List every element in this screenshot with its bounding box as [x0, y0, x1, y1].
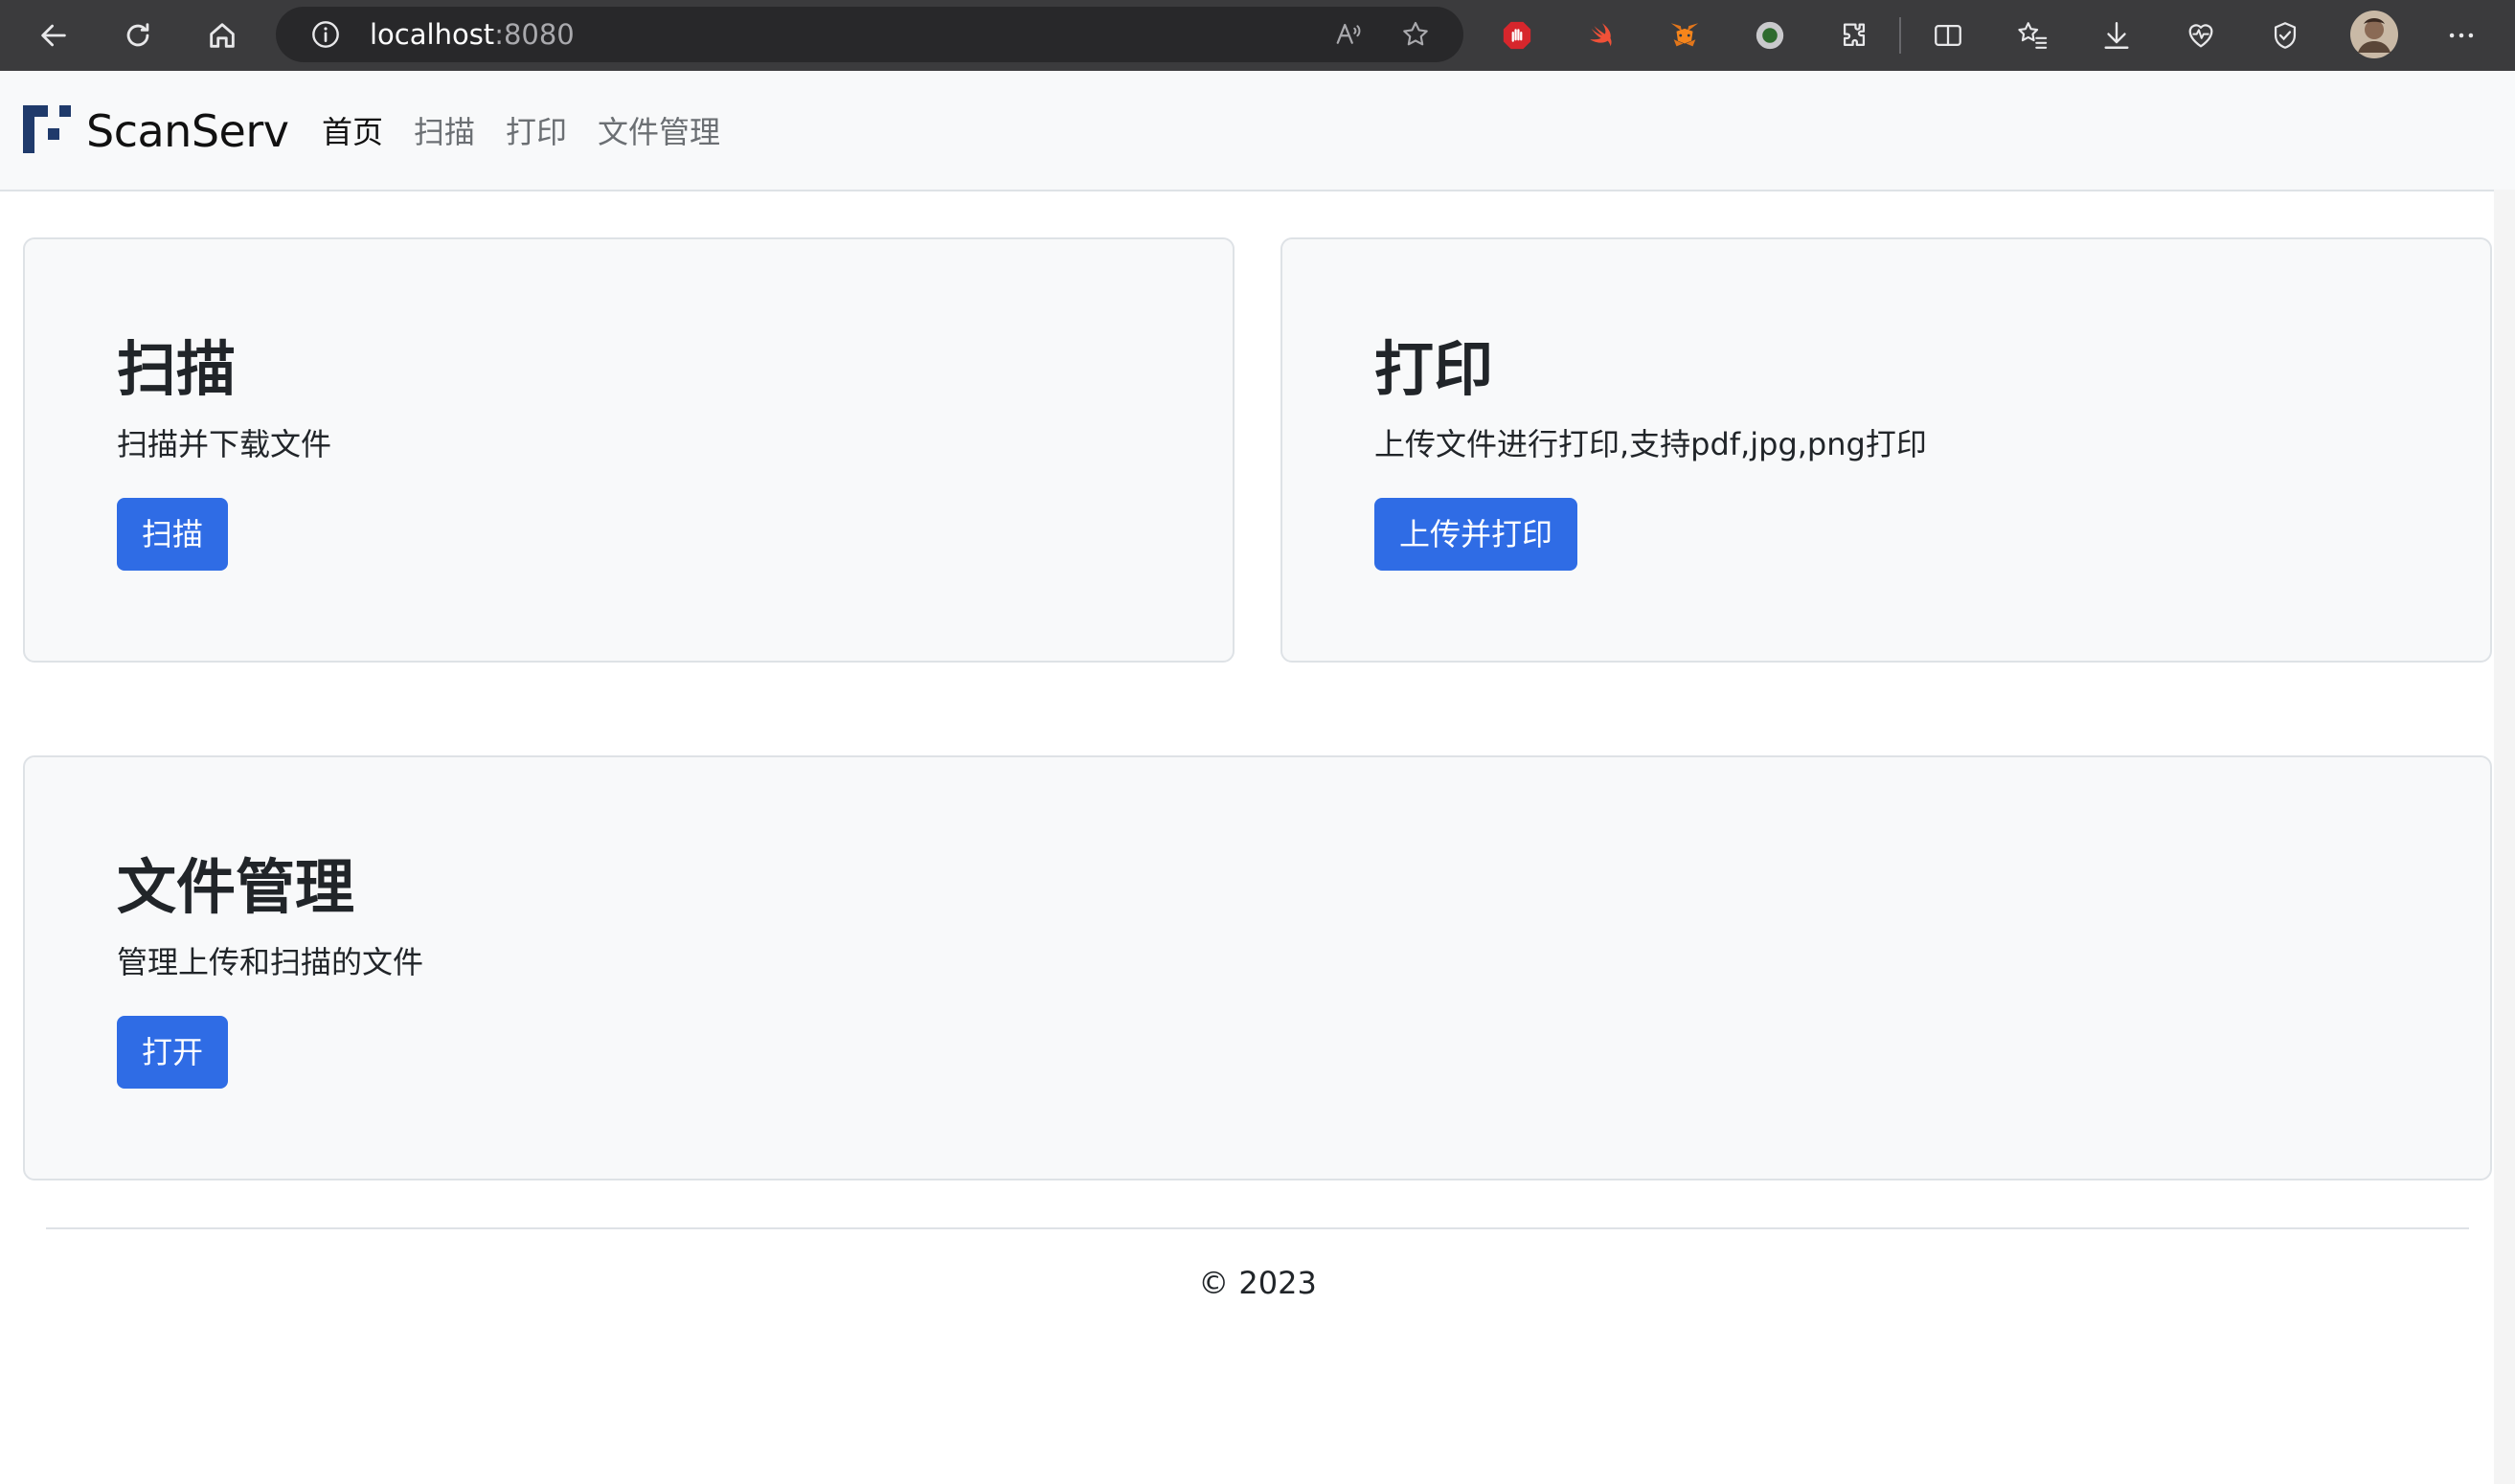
app-navbar: ScanServ 首页 扫描 打印 文件管理 [0, 71, 2515, 191]
browser-essentials-icon[interactable] [2179, 13, 2223, 57]
footer-divider [46, 1227, 2469, 1229]
site-info-icon[interactable] [310, 19, 341, 54]
nav-link-files[interactable]: 文件管理 [598, 113, 720, 151]
file-management-card-title: 文件管理 [117, 852, 355, 922]
scan-card-title: 扫描 [117, 334, 237, 404]
scan-card: 扫描 扫描并下载文件 扫描 [23, 237, 1235, 663]
upload-print-button[interactable]: 上传并打印 [1374, 498, 1578, 571]
file-management-card-description: 管理上传和扫描的文件 [117, 944, 424, 980]
print-card-description: 上传文件进行打印,支持pdf,jpg,png打印 [1374, 426, 1927, 462]
scan-card-description: 扫描并下载文件 [117, 426, 332, 462]
url-port: :8080 [494, 18, 575, 51]
performance-icon[interactable] [2263, 13, 2307, 57]
more-menu-icon[interactable] [2439, 13, 2483, 57]
reload-icon[interactable] [115, 12, 161, 58]
url-host: localhost [370, 18, 495, 51]
print-card: 打印 上传文件进行打印,支持pdf,jpg,png打印 上传并打印 [1280, 237, 2492, 663]
file-management-card: 文件管理 管理上传和扫描的文件 打开 [23, 755, 2492, 1180]
download-icon[interactable] [2095, 13, 2139, 57]
record-icon[interactable] [1748, 13, 1792, 57]
read-aloud-icon[interactable] [1333, 20, 1364, 53]
browser-toolbar: localhost:8080 [0, 0, 2515, 71]
favorites-list-icon[interactable] [2010, 13, 2054, 57]
open-files-button[interactable]: 打开 [117, 1016, 229, 1089]
back-arrow-icon[interactable] [31, 12, 77, 58]
scan-button[interactable]: 扫描 [117, 498, 229, 571]
metamask-fox-icon[interactable] [1663, 13, 1707, 57]
extensions-puzzle-icon[interactable] [1832, 13, 1876, 57]
page-scrollbar[interactable] [2494, 190, 2515, 1484]
brand-name[interactable]: ScanServ [86, 101, 289, 161]
nav-link-scan[interactable]: 扫描 [414, 113, 475, 151]
adblock-icon[interactable] [1495, 13, 1539, 57]
profile-avatar[interactable] [2349, 10, 2399, 59]
toolbar-separator [1899, 17, 1901, 54]
print-card-title: 打印 [1374, 334, 1494, 404]
nav-link-print[interactable]: 打印 [506, 113, 567, 151]
favorite-star-icon[interactable] [1400, 19, 1431, 54]
url-text: localhost:8080 [370, 7, 575, 62]
address-bar[interactable]: localhost:8080 [276, 7, 1463, 62]
brand-logo-icon[interactable] [23, 105, 71, 157]
split-screen-icon[interactable] [1926, 13, 1970, 57]
swift-icon[interactable] [1580, 13, 1624, 57]
home-icon[interactable] [199, 12, 245, 58]
nav-link-home[interactable]: 首页 [322, 113, 383, 151]
footer-copyright: © 2023 [1198, 1265, 1317, 1301]
